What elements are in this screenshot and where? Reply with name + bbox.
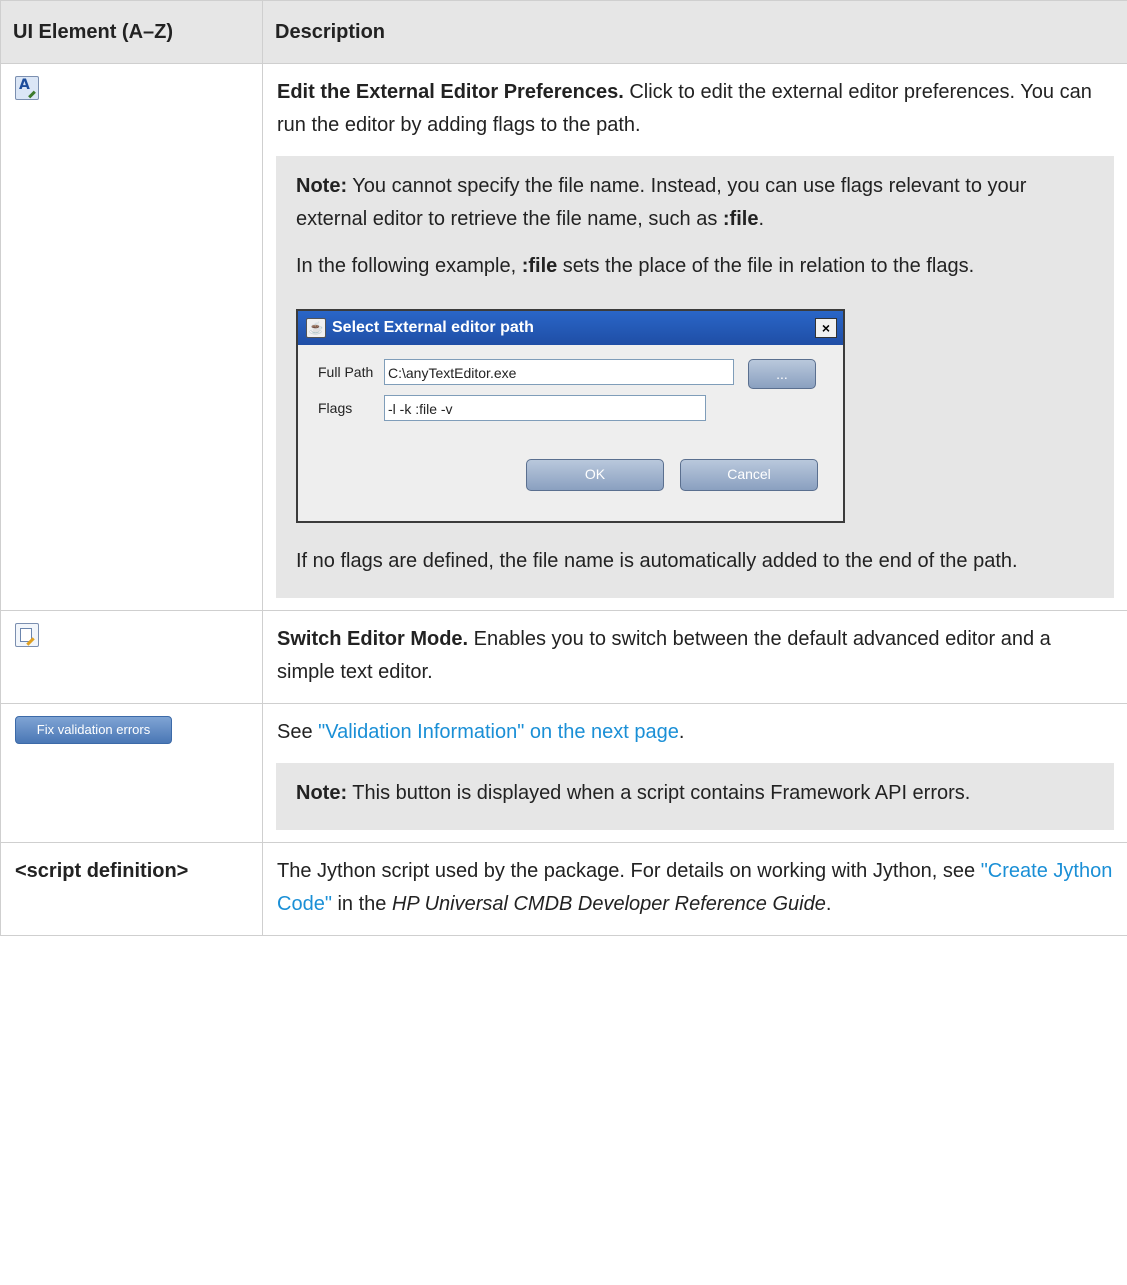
note-label: Note: [296, 782, 348, 804]
flags-label: Flags [318, 400, 353, 416]
ui-element-cell [0, 63, 263, 611]
description-text: See "Validation Information" on the next… [277, 716, 1113, 749]
edit-external-editor-icon[interactable] [15, 76, 39, 100]
note-box: Note: You cannot specify the file name. … [276, 156, 1114, 598]
full-path-input[interactable]: C:\anyTextEditor.exe [384, 359, 734, 385]
dialog-titlebar: ☕ Select External editor path × [298, 311, 843, 345]
external-editor-dialog: ☕ Select External editor path × Full Pat… [296, 309, 845, 523]
close-icon[interactable]: × [815, 318, 837, 338]
period: . [678, 721, 685, 743]
table-row: Switch Editor Mode. Enables you to switc… [0, 610, 1127, 704]
note-code: :file [722, 208, 759, 230]
description-cell: See "Validation Information" on the next… [262, 703, 1127, 843]
guide-title: HP Universal CMDB Developer Reference Gu… [391, 893, 826, 915]
full-path-label: Full Path [318, 364, 374, 380]
fix-validation-errors-button[interactable]: Fix validation errors [15, 716, 172, 744]
note-text: sets the place of the file in relation t… [557, 255, 975, 277]
description-cell: Switch Editor Mode. Enables you to switc… [262, 610, 1127, 704]
element-description: in the [331, 893, 392, 915]
see-text: See [277, 721, 319, 743]
note-box: Note: This button is displayed when a sc… [276, 763, 1114, 830]
element-description: The Jython script used by the package. F… [277, 860, 981, 882]
dialog-title: Select External editor path [332, 319, 534, 336]
ui-element-cell: Fix validation errors [0, 703, 263, 843]
java-app-icon: ☕ [306, 318, 326, 338]
script-definition-label: <script definition> [15, 860, 189, 882]
validation-information-link[interactable]: "Validation Information" on the next pag… [318, 721, 679, 743]
switch-editor-mode-icon[interactable] [15, 623, 39, 647]
table-row: Fix validation errors See "Validation In… [0, 703, 1127, 843]
ok-button[interactable]: OK [526, 459, 664, 491]
header-description: Description [262, 0, 1127, 64]
period: . [825, 893, 832, 915]
note-paragraph: Note: This button is displayed when a sc… [296, 777, 1094, 810]
full-path-row: Full Path [318, 361, 392, 383]
note-text: In the following example, [296, 255, 522, 277]
note-label: Note: [296, 175, 348, 197]
description-text: The Jython script used by the package. F… [277, 855, 1113, 921]
browse-button[interactable]: ... [748, 359, 816, 389]
element-title: Switch Editor Mode. [277, 628, 469, 650]
table-header-row: UI Element (A–Z) Description [0, 0, 1127, 64]
description-cell: The Jython script used by the package. F… [262, 842, 1127, 936]
cancel-button[interactable]: Cancel [680, 459, 818, 491]
description-text: Switch Editor Mode. Enables you to switc… [277, 623, 1113, 689]
header-ui-element: UI Element (A–Z) [0, 0, 263, 64]
note-paragraph: If no flags are defined, the file name i… [296, 550, 1018, 572]
flags-input[interactable]: -l -k :file -v [384, 395, 706, 421]
description-cell: Edit the External Editor Preferences. Cl… [262, 63, 1127, 611]
table-row: <script definition> The Jython script us… [0, 842, 1127, 936]
table-row: Edit the External Editor Preferences. Cl… [0, 63, 1127, 611]
ui-elements-table: UI Element (A–Z) Description Edit the Ex… [0, 0, 1127, 936]
ui-element-cell: <script definition> [0, 842, 263, 936]
note-paragraph: Note: You cannot specify the file name. … [296, 170, 1094, 236]
note-paragraph: In the following example, :file sets the… [296, 250, 1094, 283]
note-code: :file [521, 255, 558, 277]
note-text: This button is displayed when a script c… [347, 782, 971, 804]
note-text: . [758, 208, 765, 230]
note-text: You cannot specify the file name. Instea… [296, 175, 1027, 230]
ui-element-cell [0, 610, 263, 704]
description-text: Edit the External Editor Preferences. Cl… [277, 76, 1113, 142]
flags-row: Flags [318, 397, 392, 419]
element-title: Edit the External Editor Preferences. [277, 81, 624, 103]
